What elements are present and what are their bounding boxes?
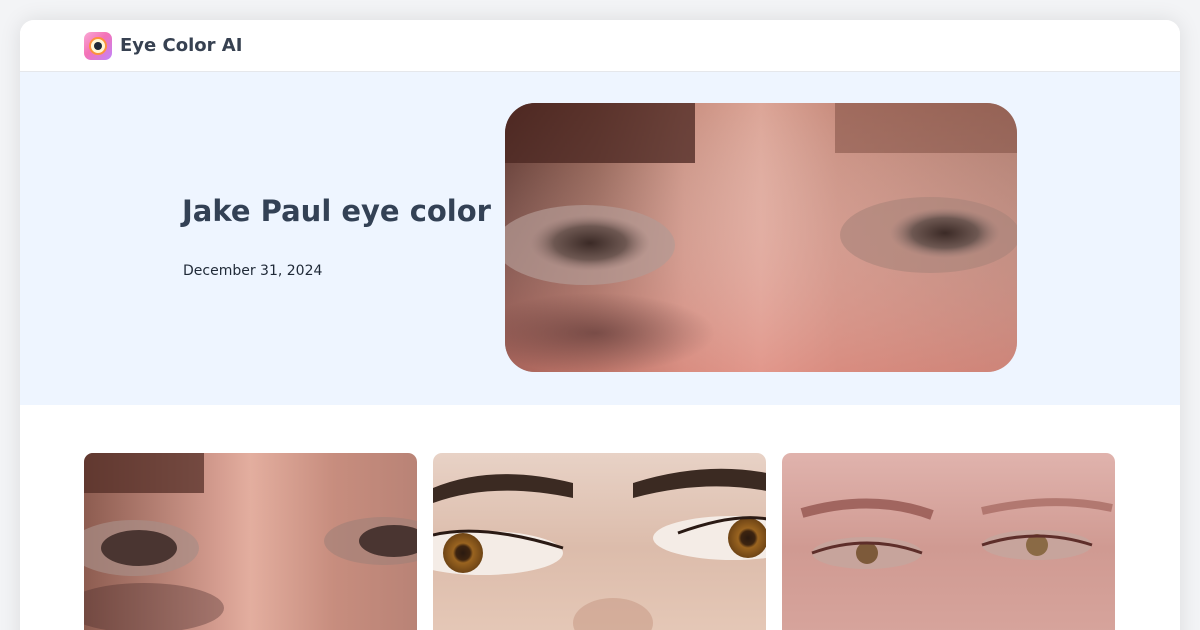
- eye-photo-thumbnail-3[interactable]: [782, 453, 1115, 630]
- page-card: Eye Color AI Jake Paul eye color Decembe…: [20, 20, 1180, 630]
- page-title: Jake Paul eye color: [182, 194, 491, 228]
- site-title[interactable]: Eye Color AI: [120, 35, 242, 56]
- site-header: Eye Color AI: [20, 20, 1180, 72]
- thumbnail-row: [84, 453, 1115, 630]
- publish-date: December 31, 2024: [183, 263, 323, 279]
- hero-section: Jake Paul eye color December 31, 2024: [20, 72, 1180, 405]
- eye-logo-icon[interactable]: [84, 31, 112, 60]
- hero-eye-photo: [505, 103, 1017, 372]
- eye-photo-thumbnail-1[interactable]: [84, 453, 417, 630]
- eye-photo-thumbnail-2[interactable]: [433, 453, 766, 630]
